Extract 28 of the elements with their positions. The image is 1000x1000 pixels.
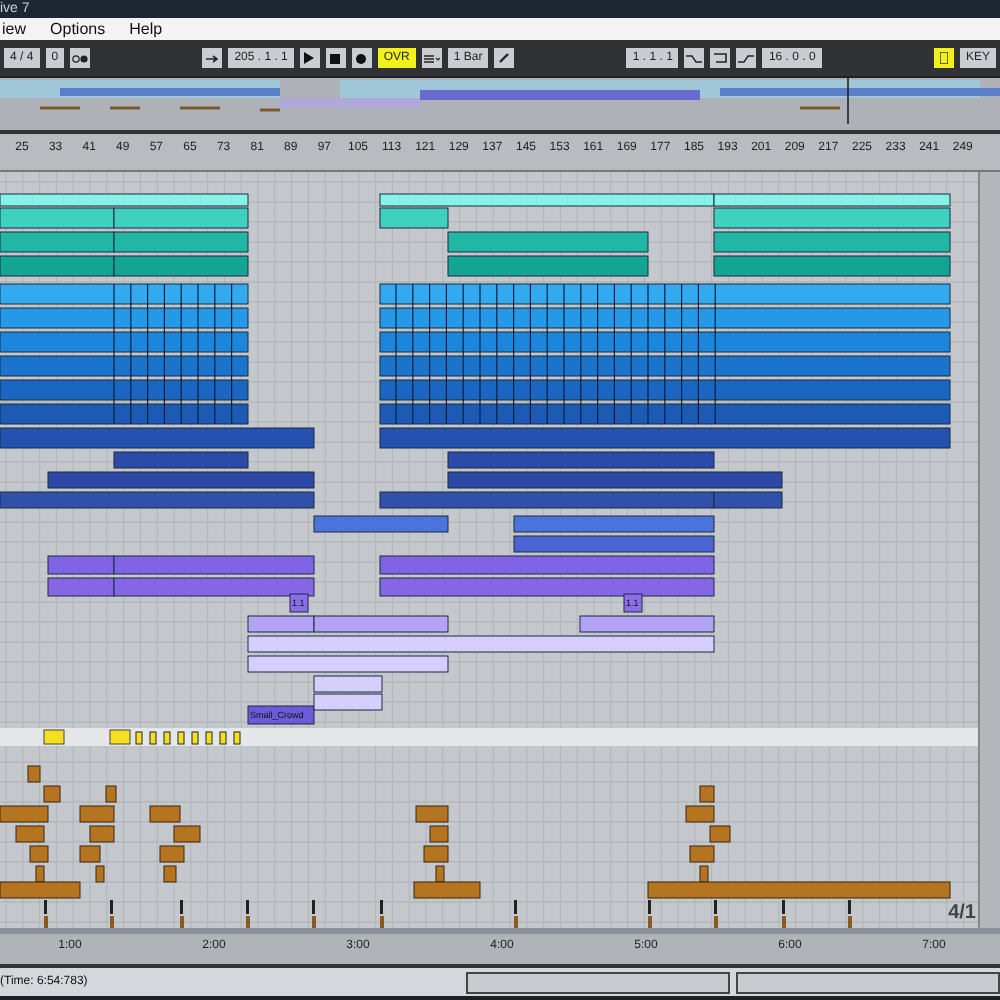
loop-button[interactable] <box>710 48 731 68</box>
track-scrollbar[interactable] <box>978 172 1000 928</box>
metronome-button[interactable] <box>70 48 91 68</box>
loop-icon <box>712 52 729 64</box>
play-button[interactable] <box>299 48 320 68</box>
arrow-icon <box>205 53 220 63</box>
midi-map-button[interactable] <box>933 48 954 68</box>
pencil-button[interactable] <box>494 48 515 68</box>
draw-mode-button[interactable] <box>421 48 442 68</box>
menu-item[interactable]: iew <box>0 18 29 40</box>
punch-in-icon <box>686 53 703 63</box>
zoom-label: 4/1 <box>948 902 976 924</box>
record-button[interactable] <box>351 48 372 68</box>
menu-item[interactable]: Help <box>127 18 165 40</box>
punch-out-icon <box>738 53 755 63</box>
stop-icon <box>330 53 341 63</box>
punch-out-button[interactable] <box>736 48 757 68</box>
pencil-icon <box>498 52 511 64</box>
record-icon <box>356 53 367 63</box>
menu-item[interactable]: Options <box>48 18 108 40</box>
follow-button[interactable] <box>202 48 223 68</box>
grid-icon <box>423 53 440 63</box>
arrangement-clips-drawing[interactable] <box>0 193 951 928</box>
arrangement-overview-drawing[interactable] <box>0 76 1000 134</box>
metronome-icon <box>72 53 89 63</box>
punch-in-button[interactable] <box>684 48 705 68</box>
stop-button[interactable] <box>325 48 346 68</box>
play-icon <box>304 52 315 64</box>
